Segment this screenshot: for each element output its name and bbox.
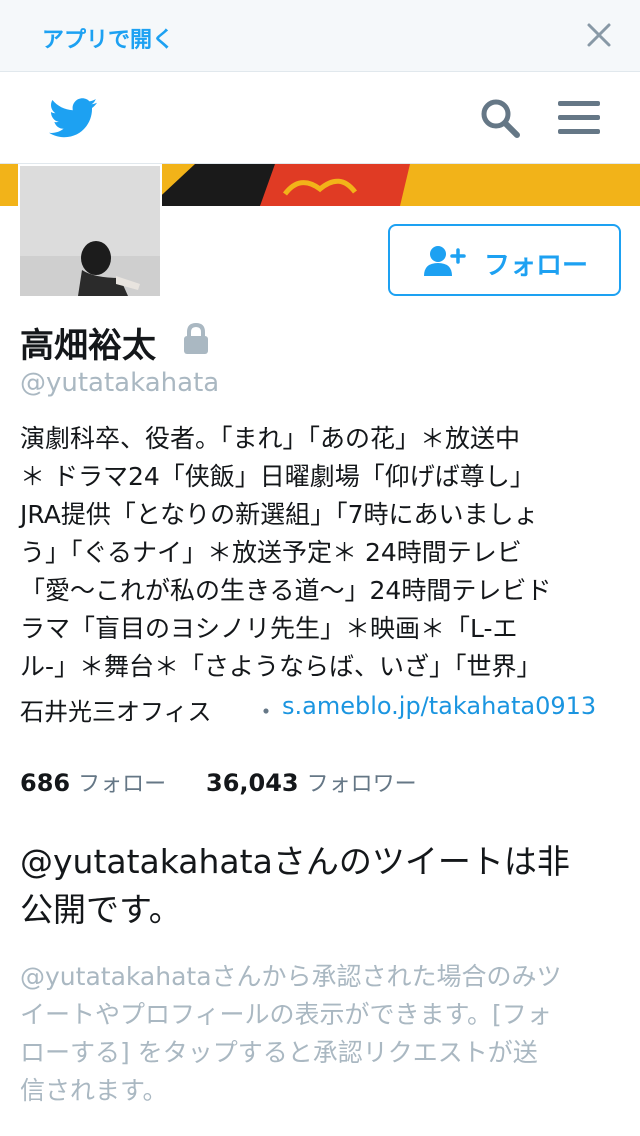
search-icon[interactable] <box>478 96 522 140</box>
follow-button-label: フォロー <box>484 251 589 281</box>
profile-location: 石井光三オフィス <box>20 698 212 726</box>
avatar[interactable] <box>18 164 162 298</box>
separator-dot: ・ <box>254 698 278 726</box>
protected-title-line: @yutatakahataさんのツイートは非 <box>20 842 570 881</box>
protected-tweets-description: @yutatakahataさんから承認された場合のみツ イートやプロフィールの表… <box>20 958 620 1110</box>
open-in-app-link[interactable]: アプリで開く <box>42 22 174 54</box>
lock-icon <box>184 322 208 354</box>
protected-text-line: 信されます。 <box>20 1076 168 1105</box>
bio-line: ＊ ドラマ24「侠飯」日曜劇場「仰げば尊し」 <box>20 462 535 491</box>
profile-url-link[interactable]: s.ameblo.jp/takahata0913 <box>282 692 596 720</box>
twitter-bird-icon[interactable] <box>48 98 98 138</box>
follow-button[interactable]: フォロー <box>388 224 621 296</box>
protected-text-line: ローする] をタップすると承認リクエストが送 <box>20 1038 538 1067</box>
protected-title-line: 公開です。 <box>20 890 182 929</box>
following-count: 686 <box>20 769 71 797</box>
open-in-app-banner: アプリで開く <box>0 0 640 72</box>
profile-handle: @yutatakahata <box>20 368 220 398</box>
close-icon[interactable] <box>584 20 614 50</box>
protected-tweets-title: @yutatakahataさんのツイートは非 公開です。 <box>20 838 620 934</box>
followers-label: フォロワー <box>306 772 417 797</box>
hamburger-menu-icon[interactable] <box>556 98 602 138</box>
bio-line: ル-」＊舞台＊「さようならば、いざ」「世界」 <box>20 652 542 681</box>
profile-bio: 演劇科卒、役者。「まれ」「あの花」＊放送中 ＊ ドラマ24「侠飯」日曜劇場「仰げ… <box>20 420 624 686</box>
bio-line: ラマ「盲目のヨシノリ先生」＊映画＊「L-エ <box>20 614 518 643</box>
followers-count: 36,043 <box>206 769 299 797</box>
following-label: フォロー <box>78 772 167 797</box>
followers-stat[interactable]: 36,043 フォロワー <box>206 766 417 798</box>
bio-line: う」「ぐるナイ」＊放送予定＊ 24時間テレビ <box>20 538 522 567</box>
profile-name: 高畑裕太 <box>20 326 156 366</box>
protected-text-line: イートやプロフィールの表示ができます。[フォ <box>20 1000 552 1029</box>
protected-text-line: @yutatakahataさんから承認された場合のみツ <box>20 962 562 991</box>
bio-line: 「愛〜これが私の生きる道〜」24時間テレビド <box>20 576 552 605</box>
following-stat[interactable]: 686 フォロー <box>20 766 166 798</box>
bio-line: 演劇科卒、役者。「まれ」「あの花」＊放送中 <box>20 424 521 453</box>
add-user-icon <box>424 246 466 276</box>
bio-line: JRA提供「となりの新選組」「7時にあいましょ <box>20 500 539 529</box>
